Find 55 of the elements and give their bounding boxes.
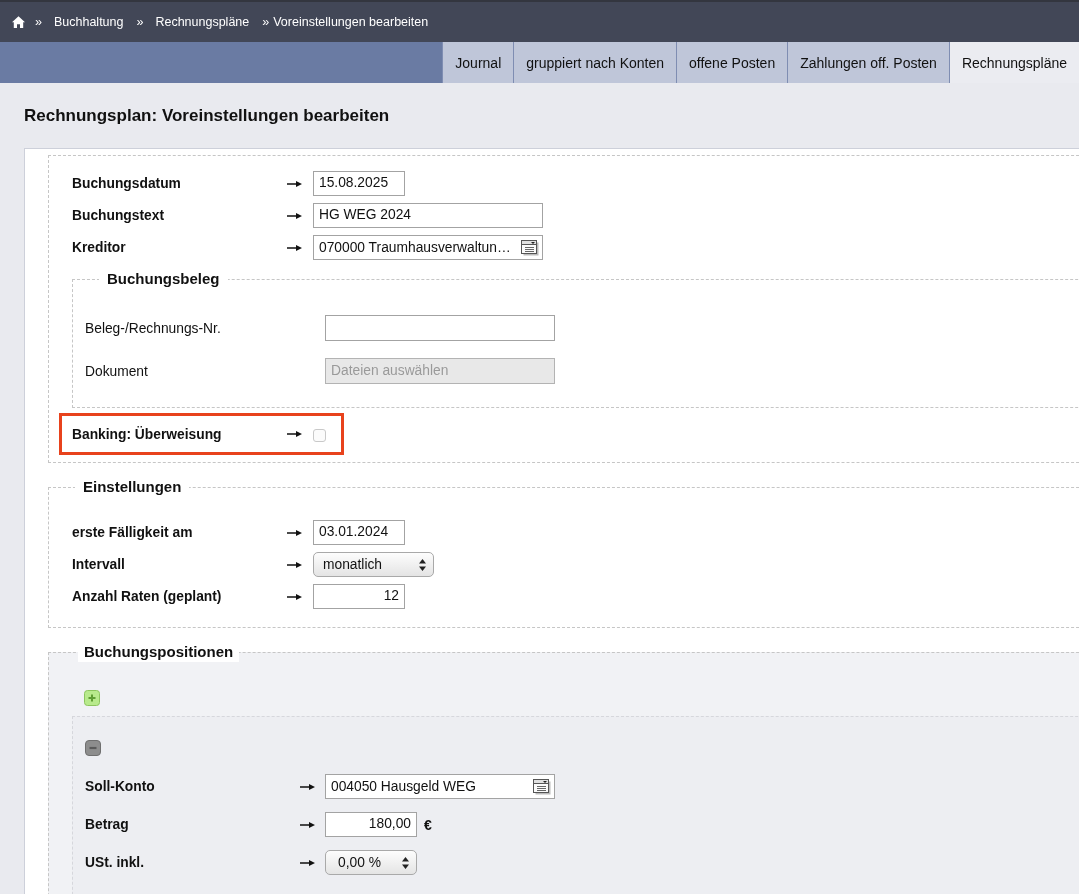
field-label: Dokument <box>85 363 148 379</box>
text-field[interactable]: HG WEG 2024 <box>313 203 543 228</box>
lookup-field[interactable]: 070000 Traumhausverwaltun… <box>313 235 543 260</box>
home-icon[interactable] <box>12 16 25 28</box>
arrow-icon <box>300 857 315 868</box>
arrow-icon <box>287 178 302 189</box>
arrow-icon <box>300 781 315 792</box>
up-down-arrows-icon <box>402 856 409 869</box>
arrow-icon <box>287 527 302 538</box>
breadcrumb-separator: » <box>136 15 144 29</box>
breadcrumb-separator: » <box>35 15 42 29</box>
checkbox[interactable] <box>313 429 326 442</box>
input-field[interactable] <box>325 315 555 341</box>
field-label: Kreditor <box>72 240 126 255</box>
field-label: Betrag <box>85 817 129 832</box>
section-title: Buchungsbeleg <box>106 270 221 288</box>
list-icon[interactable] <box>533 778 551 795</box>
tab[interactable]: Zahlungen off. Posten <box>787 42 949 83</box>
field-label: Intervall <box>72 557 125 572</box>
date-field[interactable]: 03.01.2024 <box>313 520 405 545</box>
field-label: erste Fälligkeit am <box>72 525 193 540</box>
unit-label: € <box>424 816 432 833</box>
arrow-icon <box>287 242 302 253</box>
section-title: Einstellungen <box>82 478 183 496</box>
arrow-icon <box>287 591 302 602</box>
tab[interactable]: offene Posten <box>676 42 788 83</box>
breadcrumb-current: Voreinstellungen bearbeiten <box>273 15 429 29</box>
lookup-field[interactable]: 004050 Hausgeld WEG <box>325 774 555 799</box>
field-label: USt. inkl. <box>85 855 145 870</box>
tab[interactable]: gruppiert nach Konten <box>513 42 676 83</box>
plus-icon[interactable] <box>84 690 100 706</box>
field-label: Buchungsdatum <box>72 176 181 191</box>
minus-icon[interactable] <box>85 740 101 756</box>
breadcrumb-link[interactable]: Buchhaltung <box>53 15 124 29</box>
number-field[interactable]: 180,00 <box>325 812 417 837</box>
field-label: Beleg-/Rechnungs-Nr. <box>85 320 221 336</box>
date-field[interactable]: 15.08.2025 <box>313 171 405 196</box>
field-label: Anzahl Raten (geplant) <box>72 589 222 604</box>
breadcrumb-separator: » <box>262 15 270 29</box>
dropdown[interactable]: monatlich <box>313 552 434 577</box>
list-icon[interactable] <box>521 239 539 256</box>
arrow-icon <box>300 819 315 830</box>
dropdown[interactable]: 0,00 % <box>325 850 417 875</box>
arrow-icon <box>287 559 302 570</box>
tab[interactable]: Rechnungspläne <box>948 42 1079 83</box>
page-title: Rechnungsplan: Voreinstellungen bearbeiten <box>24 105 390 126</box>
up-down-arrows-icon <box>419 558 426 571</box>
number-field[interactable]: 12 <box>313 584 405 609</box>
arrow-icon <box>287 429 302 439</box>
arrow-icon <box>287 210 302 221</box>
field-label: Banking: Überweisung <box>72 426 222 442</box>
breadcrumb-link[interactable]: Rechnungspläne <box>155 15 250 29</box>
tab[interactable]: Journal <box>442 42 514 83</box>
field-label: Soll-Konto <box>85 779 155 794</box>
field-label: Buchungstext <box>72 208 164 223</box>
